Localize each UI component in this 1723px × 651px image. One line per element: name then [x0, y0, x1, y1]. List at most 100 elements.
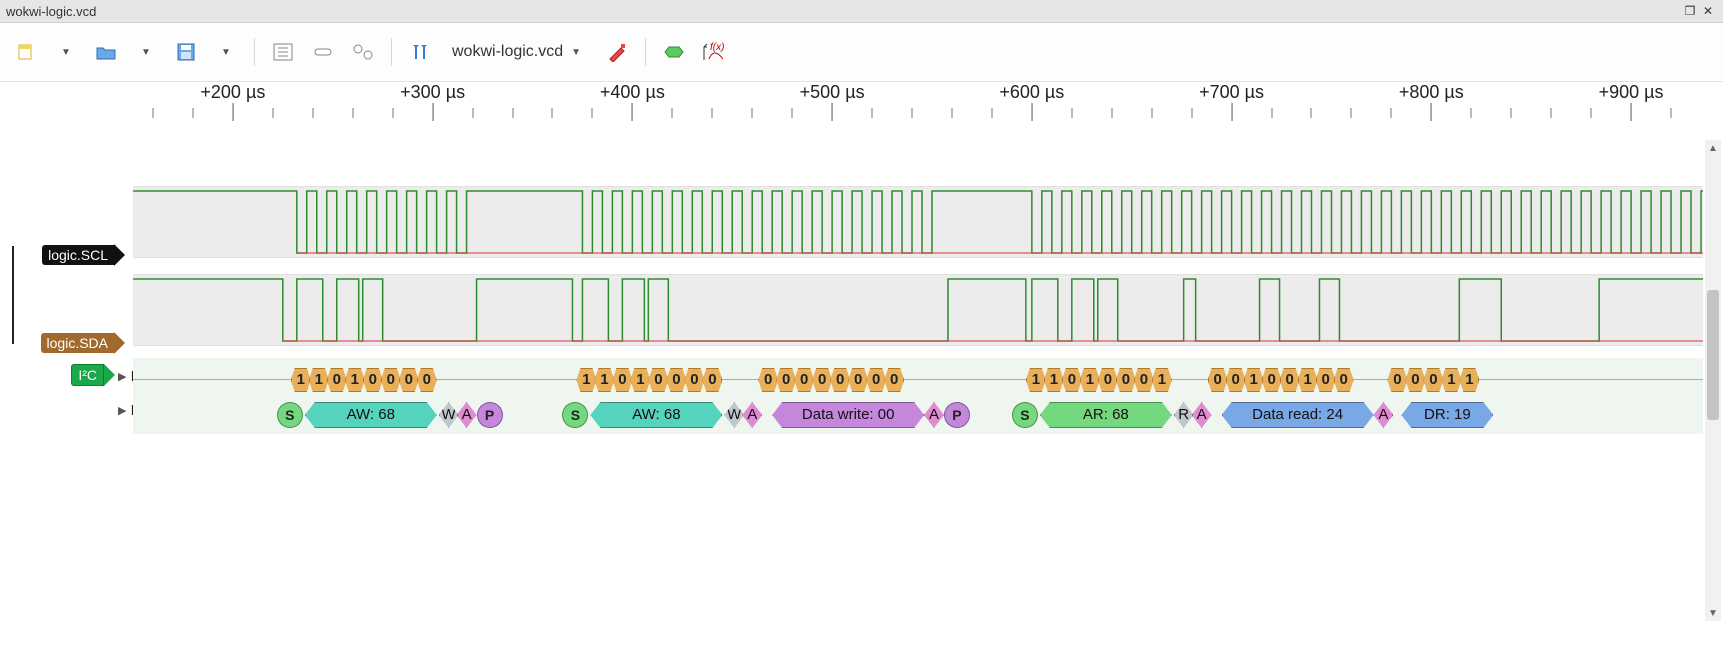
open-file-dropdown[interactable]: ▼ [130, 34, 162, 70]
decoder-bit: 1 [309, 368, 329, 392]
toolbar: ▼ ▼ ▼ wokwi-logic.vcd ▼ f(x) [0, 23, 1723, 82]
decoder-bit: 0 [1208, 368, 1228, 392]
decoder-tag-i2c[interactable]: I²C [71, 364, 115, 386]
ruler-minor-tick [712, 108, 713, 118]
zoom-out-button[interactable] [307, 34, 339, 70]
decoder-bit: 1 [1044, 368, 1064, 392]
decoder-bit: 0 [1226, 368, 1246, 392]
channel-tag-scl[interactable]: logic.SCL [42, 244, 125, 266]
save-icon [176, 42, 196, 62]
decoder-bit: 0 [1098, 368, 1118, 392]
scroll-down-icon[interactable]: ▼ [1705, 605, 1721, 621]
decoder-bit: 0 [1134, 368, 1154, 392]
ruler-minor-tick [392, 108, 393, 118]
waveform-canvas[interactable]: logic.SCLlogic.SDAI²C▶I²C: Bits▶I²C: Add… [0, 126, 1723, 626]
ruler-major-tick: +200 µs [200, 82, 265, 121]
decoder-bit: 0 [812, 368, 832, 392]
decoder-marker: S [277, 402, 303, 428]
ruler-minor-tick [352, 108, 353, 118]
decoder-bit: 0 [1405, 368, 1425, 392]
probe-button[interactable] [601, 34, 633, 70]
decoder-bit: 0 [758, 368, 778, 392]
decoder-bit: 1 [576, 368, 596, 392]
decoder-bit: 0 [381, 368, 401, 392]
ruler-minor-tick [512, 108, 513, 118]
ruler-minor-tick [1511, 108, 1512, 118]
decoder-bit: 0 [363, 368, 383, 392]
scroll-thumb[interactable] [1707, 290, 1719, 420]
new-file-dropdown[interactable]: ▼ [50, 34, 82, 70]
decoder-marker: P [477, 402, 503, 428]
zoom-1-1-icon [352, 43, 374, 61]
tag-arrow-icon [114, 332, 125, 354]
decoder-bit: 0 [417, 368, 437, 392]
channel-tag-sda[interactable]: logic.SDA [41, 332, 125, 354]
new-file-button[interactable] [10, 34, 42, 70]
channel-tag-label: logic.SCL [42, 245, 114, 265]
decoder-bit: 0 [612, 368, 632, 392]
toolbar-separator [391, 38, 392, 66]
ruler-minor-tick [152, 108, 153, 118]
decoder-token: A [1373, 402, 1393, 428]
channel-group-bracket [12, 246, 24, 344]
ruler-minor-tick [672, 108, 673, 118]
session-file-label: wokwi-logic.vcd [452, 43, 563, 61]
channel-tag-label: logic.SDA [41, 333, 114, 353]
ruler-major-tick: +600 µs [999, 82, 1064, 121]
decoder-bit: 1 [1441, 368, 1461, 392]
decoder-token: A [1192, 402, 1212, 428]
math-button[interactable]: f(x) [698, 34, 730, 70]
cursors-button[interactable] [404, 34, 436, 70]
open-folder-icon [95, 42, 117, 62]
decoder-bit: 0 [648, 368, 668, 392]
waveform-sda[interactable] [133, 274, 1703, 346]
ruler-minor-tick [991, 108, 992, 118]
decoder-bit: 0 [794, 368, 814, 392]
tag-arrow-icon [104, 364, 115, 386]
decoder-bits-lane[interactable]: 1101000011010000000000001101000100100100… [133, 366, 1703, 392]
waveform-scl[interactable] [133, 186, 1703, 258]
window-title: wokwi-logic.vcd [6, 4, 1681, 19]
decoder-bit: 0 [1316, 368, 1336, 392]
ruler-major-tick: +900 µs [1599, 82, 1664, 121]
zoom-fit-button[interactable] [267, 34, 299, 70]
cursors-icon [410, 42, 430, 62]
ruler-minor-tick [1071, 108, 1072, 118]
save-dropdown[interactable]: ▼ [210, 34, 242, 70]
session-file-selector[interactable]: wokwi-logic.vcd ▼ [444, 43, 593, 61]
decoder-bit: 0 [866, 368, 886, 392]
decoder-token: DR: 19 [1401, 402, 1493, 428]
decoder-bit: 1 [1459, 368, 1479, 392]
decoder-bit: 0 [884, 368, 904, 392]
ruler-major-tick: +500 µs [800, 82, 865, 121]
decoder-button[interactable] [658, 34, 690, 70]
ruler-minor-tick [1471, 108, 1472, 118]
decoder-token: AW: 68 [305, 402, 437, 428]
zoom-fit-icon [273, 43, 293, 61]
decoder-bit: 0 [1280, 368, 1300, 392]
decoder-marker: S [1012, 402, 1038, 428]
ruler-minor-tick [592, 108, 593, 118]
decoder-bit: 0 [1262, 368, 1282, 392]
decoder-ad-lane[interactable]: SAW: 68WAPSAW: 68WAData write: 00APSAR: … [133, 400, 1703, 426]
zoom-1-1-button[interactable] [347, 34, 379, 70]
dock-icon[interactable]: ❐ [1681, 2, 1699, 20]
decoder-bit: 1 [1152, 368, 1172, 392]
ruler-label: +400 µs [600, 82, 665, 103]
scroll-up-icon[interactable]: ▲ [1705, 140, 1721, 156]
save-button[interactable] [170, 34, 202, 70]
vertical-scrollbar[interactable]: ▲ ▼ [1705, 140, 1721, 621]
expand-icon[interactable]: ▶ [118, 370, 126, 383]
ruler-label: +900 µs [1599, 82, 1664, 103]
time-ruler[interactable]: +200 µs+300 µs+400 µs+500 µs+600 µs+700 … [133, 82, 1703, 126]
ruler-label: +200 µs [200, 82, 265, 103]
expand-icon[interactable]: ▶ [118, 404, 126, 417]
open-file-button[interactable] [90, 34, 122, 70]
close-icon[interactable]: ✕ [1699, 2, 1717, 20]
ruler-minor-tick [1151, 108, 1152, 118]
ruler-major-tick: +800 µs [1399, 82, 1464, 121]
decoder-bit: 0 [327, 368, 347, 392]
ruler-minor-tick [872, 108, 873, 118]
ruler-minor-tick [912, 108, 913, 118]
ruler-minor-tick [1591, 108, 1592, 118]
